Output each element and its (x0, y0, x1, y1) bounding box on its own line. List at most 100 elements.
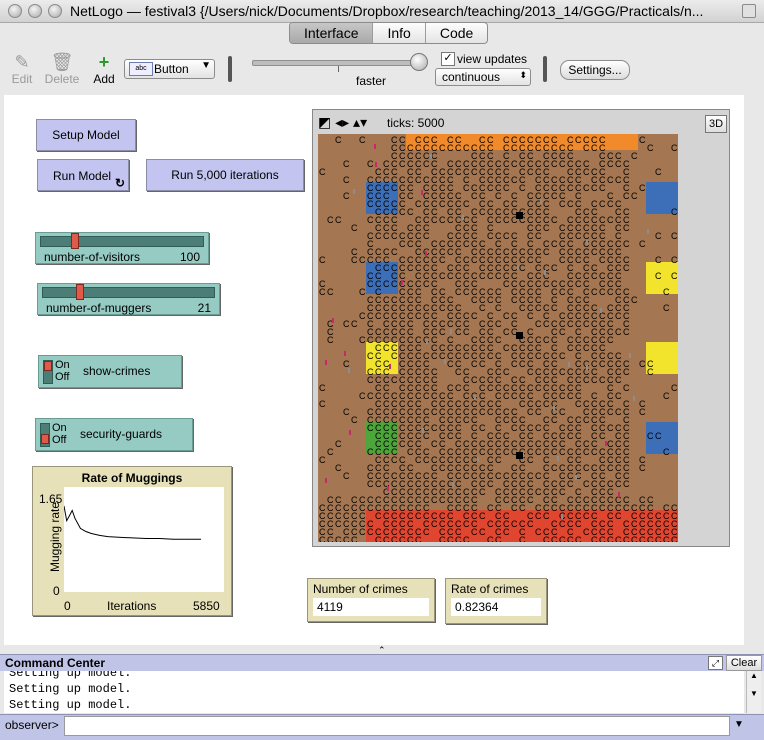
visitor-cell: C (503, 495, 510, 505)
update-mode-value: continuous (442, 70, 500, 84)
visitor-cell: C (487, 231, 494, 241)
tab-info[interactable]: Info (373, 23, 425, 43)
visitor-cell: C (599, 503, 606, 513)
visitor-cell: C (479, 359, 486, 369)
visitor-cell: C (479, 487, 486, 497)
visitor-cell: C (599, 431, 606, 441)
agent-mark (568, 362, 570, 367)
switch-show-crimes[interactable]: On Off show-crimes (38, 355, 182, 388)
visitor-cell: C (615, 407, 622, 417)
visitor-cell: C (439, 143, 446, 153)
visitor-cell: C (559, 199, 566, 209)
visitor-cell: C (639, 407, 646, 417)
settings-button[interactable]: Settings... (560, 60, 630, 80)
speed-slider-track[interactable] (252, 60, 426, 66)
visitor-cell: C (575, 231, 582, 241)
agent-mark (544, 270, 546, 275)
slider-track[interactable] (40, 236, 204, 247)
visitor-cell: C (543, 279, 550, 289)
monitor-value: 4119 (313, 598, 429, 616)
visitor-cell: C (391, 183, 398, 193)
close-window-button[interactable] (8, 4, 22, 18)
agent-mark (586, 240, 588, 245)
visitor-cell: C (391, 247, 398, 257)
visitor-cell: C (367, 199, 374, 209)
command-center-header (0, 654, 764, 671)
visitor-cell: C (615, 375, 622, 385)
view-zoom-icons[interactable]: ◩ ◂▸ ▴▾ (318, 114, 367, 131)
clear-button[interactable]: Clear (726, 655, 762, 671)
visitor-cell: C (647, 143, 654, 153)
visitor-cell: C (471, 311, 478, 321)
observer-prompt[interactable]: observer> (5, 718, 59, 732)
visitor-cell: C (495, 455, 502, 465)
visitor-cell: C (415, 511, 422, 521)
visitor-cell: C (559, 535, 566, 542)
visitor-cell: C (663, 535, 670, 542)
world-canvas[interactable]: C C C C C C C C C C C C C C C C C C C C C C C C C C C C C C C C C C C C C C C C… (318, 134, 678, 542)
slider-knob[interactable] (76, 284, 84, 300)
chevron-down-icon[interactable]: ▼ (731, 716, 747, 734)
expand-icon[interactable]: ⤢ (708, 656, 723, 670)
visitor-cell: C (335, 463, 342, 473)
visitor-cell: C (375, 535, 382, 542)
visitor-cell: C (335, 215, 342, 225)
visitor-cell: C (671, 143, 678, 153)
visitor-cell: C (447, 319, 454, 329)
visitor-cell: C (351, 535, 358, 542)
visitor-cell: C (471, 167, 478, 177)
plot-rate-of-muggings[interactable]: Rate of Muggings 1.65 0 Mugging rate 0 I… (32, 466, 232, 616)
tab-code[interactable]: Code (426, 23, 487, 43)
view-updates-checkbox[interactable]: ✓ (441, 52, 455, 66)
switch-knob[interactable] (41, 434, 49, 444)
run-5000-button[interactable]: Run 5,000 iterations (146, 159, 304, 191)
visitor-cell: C (327, 447, 334, 457)
visitor-cell: C (559, 407, 566, 417)
setup-model-button[interactable]: Setup Model (36, 119, 136, 151)
toolbar-toggle-icon[interactable] (742, 4, 756, 18)
visitor-cell: C (415, 311, 422, 321)
agent-mark (387, 486, 389, 491)
run-model-button[interactable]: Run Model ↻ (37, 159, 129, 191)
update-mode-select[interactable]: continuous ⬍ (435, 68, 531, 86)
visitor-cell: C (367, 423, 374, 433)
visitor-cell: C (351, 255, 358, 265)
agent-mark (618, 492, 620, 497)
slider-knob[interactable] (71, 233, 79, 249)
visitor-cell: C (399, 535, 406, 542)
visitor-cell: C (455, 367, 462, 377)
switch-security-guards[interactable]: On Off security-guards (35, 418, 193, 451)
visitor-cell: C (463, 287, 470, 297)
slider-track[interactable] (42, 287, 215, 298)
visitor-cell: C (511, 175, 518, 185)
edit-button[interactable]: ✎ Edit (2, 52, 42, 86)
visitor-cell: C (583, 343, 590, 353)
output-scrollbar[interactable]: ▲▼ (746, 671, 761, 713)
switch-label: security-guards (80, 427, 162, 441)
agent-mark (444, 359, 446, 364)
visitor-cell: C (655, 535, 662, 542)
visitor-cell: C (407, 239, 414, 249)
delete-button[interactable]: 🗑 Delete (42, 52, 82, 86)
widget-type-select[interactable]: abc Button ▼ (124, 59, 215, 79)
visitor-cell: C (319, 255, 326, 265)
visitor-cell: C (527, 495, 534, 505)
add-button[interactable]: + Add (84, 52, 124, 86)
agent-mark (561, 514, 563, 519)
visitor-cell: C (583, 183, 590, 193)
minimize-window-button[interactable] (28, 4, 42, 18)
zoom-window-button[interactable] (48, 4, 62, 18)
slider-number-of-visitors[interactable]: number-of-visitors 100 (35, 232, 209, 264)
visitor-cell: C (495, 303, 502, 313)
visitor-cell: C (519, 535, 526, 542)
switch-knob[interactable] (44, 361, 52, 371)
command-input[interactable] (64, 716, 730, 736)
tab-interface[interactable]: Interface (290, 23, 373, 43)
3d-view-button[interactable]: 3D (705, 115, 727, 133)
agent-mark (540, 199, 542, 204)
plot-point (132, 538, 133, 539)
visitor-cell: C (511, 423, 518, 433)
visitor-cell: C (503, 447, 510, 457)
slider-number-of-muggers[interactable]: number-of-muggers 21 (37, 283, 220, 315)
speed-slider-knob[interactable] (410, 53, 428, 71)
